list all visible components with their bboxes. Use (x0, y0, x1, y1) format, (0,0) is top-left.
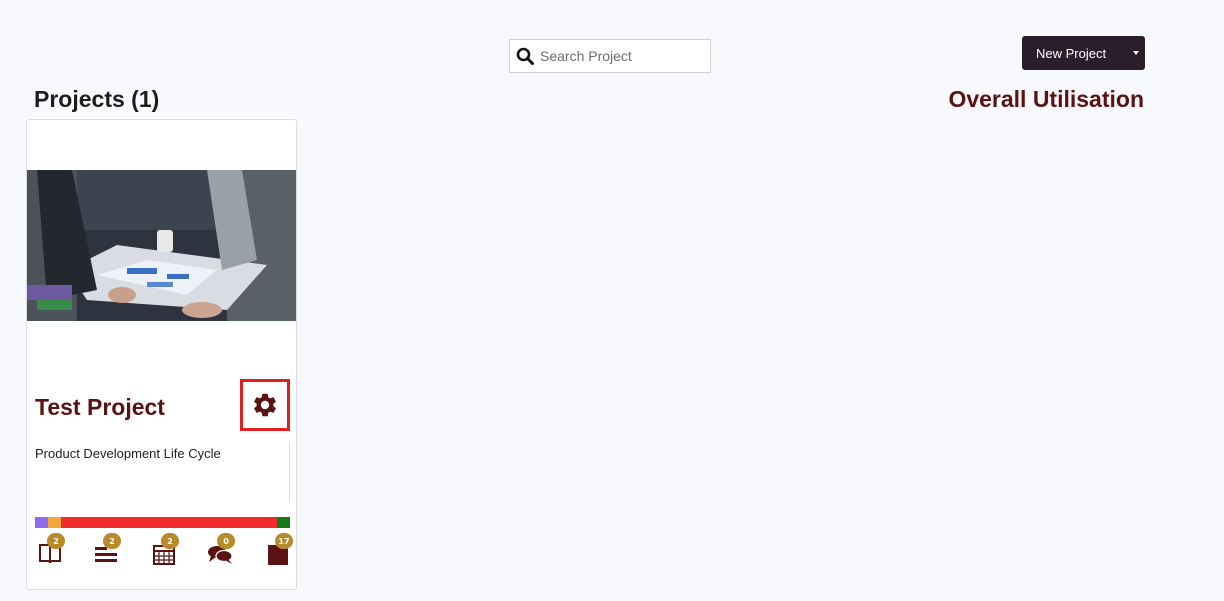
stats-row: 2 2 2 0 17 (35, 533, 293, 569)
chevron-down-icon[interactable] (1126, 36, 1145, 70)
stat-count: 0 (217, 533, 235, 549)
project-description: Product Development Life Cycle (35, 446, 221, 461)
stat-book[interactable]: 2 (35, 533, 71, 569)
search-icon (510, 40, 540, 72)
new-project-button[interactable]: New Project (1022, 36, 1145, 70)
settings-button[interactable] (240, 379, 290, 431)
search-input[interactable] (540, 48, 700, 64)
progress-segment (47, 517, 61, 528)
stat-count: 2 (47, 533, 65, 549)
divider (289, 443, 290, 501)
search-box[interactable] (509, 39, 711, 73)
stat-count: 2 (103, 533, 121, 549)
new-project-label: New Project (1036, 45, 1107, 61)
gear-icon (254, 393, 276, 417)
stat-count: 2 (161, 533, 179, 549)
utilisation-heading: Overall Utilisation (948, 86, 1144, 112)
stat-tasks[interactable]: 2 (91, 533, 127, 569)
project-title[interactable]: Test Project (35, 394, 165, 421)
stat-calendar[interactable]: 2 (149, 533, 185, 569)
progress-segment (60, 517, 278, 528)
project-card[interactable]: Test Project Product Development Life Cy… (26, 119, 297, 590)
progress-segment (35, 517, 48, 528)
project-image (27, 170, 296, 321)
stat-bookmark[interactable]: 17 (263, 533, 296, 569)
projects-heading: Projects (1) (34, 86, 160, 112)
progress-bar (35, 517, 290, 528)
stat-count: 17 (275, 533, 293, 549)
stat-comments[interactable]: 0 (205, 533, 241, 569)
progress-segment (277, 517, 290, 528)
